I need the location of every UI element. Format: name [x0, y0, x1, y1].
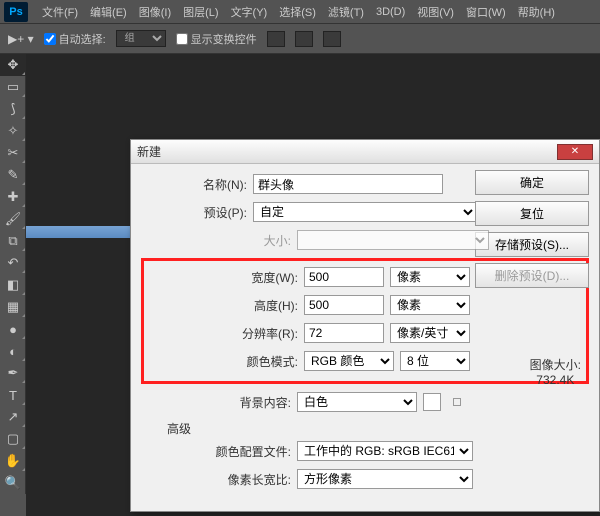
ok-button[interactable]: 确定 — [475, 170, 589, 195]
aspect-select[interactable]: 方形像素 — [297, 469, 473, 489]
menu-image[interactable]: 图像(I) — [133, 4, 177, 20]
advanced-toggle[interactable]: 高级 — [167, 420, 589, 437]
path-tool[interactable]: ↗ — [0, 406, 26, 428]
height-label: 高度(H): — [148, 297, 298, 314]
tool-panel: ✥ ▭ ⟆ ✧ ✂ ✎ ✚ 🖌 ⧉ ↶ ◧ ▦ ● ◐ ✒ T ↗ ▢ ✋ 🔍 — [0, 54, 26, 494]
resolution-label: 分辨率(R): — [148, 325, 298, 342]
new-document-dialog: 新建 ✕ 确定 复位 存储预设(S)... 删除预设(D)... 名称(N): … — [130, 139, 600, 512]
menu-view[interactable]: 视图(V) — [411, 4, 460, 20]
auto-select-dropdown[interactable]: 组 — [116, 30, 166, 47]
wand-tool[interactable]: ✧ — [0, 120, 26, 142]
menu-layer[interactable]: 图层(L) — [177, 4, 224, 20]
name-label: 名称(N): — [141, 176, 247, 193]
dialog-titlebar[interactable]: 新建 ✕ — [131, 140, 599, 164]
crop-tool[interactable]: ✂ — [0, 142, 26, 164]
type-tool[interactable]: T — [0, 384, 26, 406]
image-size-label: 图像大小: — [530, 356, 581, 373]
auto-select-label: 自动选择: — [59, 31, 106, 47]
ps-logo: Ps — [4, 2, 28, 22]
profile-label: 颜色配置文件: — [141, 443, 291, 460]
resolution-input[interactable] — [304, 323, 384, 343]
image-size-value: 732.4K — [530, 373, 581, 387]
menu-file[interactable]: 文件(F) — [36, 4, 84, 20]
dodge-tool[interactable]: ◐ — [0, 340, 26, 362]
bg-extra-icon — [453, 398, 461, 406]
lasso-tool[interactable]: ⟆ — [0, 98, 26, 120]
height-input[interactable] — [304, 295, 384, 315]
stamp-tool[interactable]: ⧉ — [0, 230, 26, 252]
move-tool[interactable]: ✥ — [0, 54, 26, 76]
aspect-label: 像素长宽比: — [141, 471, 291, 488]
align-btn-3[interactable] — [323, 31, 341, 47]
menu-type[interactable]: 文字(Y) — [225, 4, 274, 20]
width-input[interactable] — [304, 267, 384, 287]
size-select — [297, 230, 489, 250]
size-label: 大小: — [141, 232, 291, 249]
menu-help[interactable]: 帮助(H) — [512, 4, 561, 20]
menu-select[interactable]: 选择(S) — [273, 4, 322, 20]
name-input[interactable] — [253, 174, 443, 194]
image-size-readout: 图像大小: 732.4K — [530, 356, 581, 387]
preset-label: 预设(P): — [141, 204, 247, 221]
bg-label: 背景内容: — [141, 394, 291, 411]
move-tool-icon: ▶+ ▾ — [8, 32, 34, 46]
preset-select[interactable]: 自定 — [253, 202, 477, 222]
menu-3d[interactable]: 3D(D) — [370, 6, 411, 18]
align-btn-2[interactable] — [295, 31, 313, 47]
bg-select[interactable]: 白色 — [297, 392, 417, 412]
options-bar: ▶+ ▾ 自动选择: 组 显示变换控件 — [0, 24, 600, 54]
dialog-title-text: 新建 — [137, 143, 161, 160]
mode-label: 颜色模式: — [148, 353, 298, 370]
width-label: 宽度(W): — [148, 269, 298, 286]
profile-select[interactable]: 工作中的 RGB: sRGB IEC619... — [297, 441, 473, 461]
pen-tool[interactable]: ✒ — [0, 362, 26, 384]
menu-filter[interactable]: 滤镜(T) — [322, 4, 370, 20]
blur-tool[interactable]: ● — [0, 318, 26, 340]
height-unit-select[interactable]: 像素 — [390, 295, 470, 315]
marquee-tool[interactable]: ▭ — [0, 76, 26, 98]
dialog-right-buttons: 确定 复位 存储预设(S)... 删除预设(D)... — [475, 170, 589, 288]
menu-edit[interactable]: 编辑(E) — [84, 4, 133, 20]
delete-preset-button: 删除预设(D)... — [475, 263, 589, 288]
eraser-tool[interactable]: ◧ — [0, 274, 26, 296]
resolution-unit-select[interactable]: 像素/英寸 — [390, 323, 470, 343]
align-btn-1[interactable] — [267, 31, 285, 47]
width-unit-select[interactable]: 像素 — [390, 267, 470, 287]
hand-tool[interactable]: ✋ — [0, 450, 26, 472]
brush-tool[interactable]: 🖌 — [0, 208, 26, 230]
bit-depth-select[interactable]: 8 位 — [400, 351, 470, 371]
eyedropper-tool[interactable]: ✎ — [0, 164, 26, 186]
history-brush-tool[interactable]: ↶ — [0, 252, 26, 274]
zoom-tool[interactable]: 🔍 — [0, 472, 26, 494]
menu-window[interactable]: 窗口(W) — [460, 4, 512, 20]
menu-bar: Ps 文件(F) 编辑(E) 图像(I) 图层(L) 文字(Y) 选择(S) 滤… — [0, 0, 600, 24]
show-transform-checkbox[interactable]: 显示变换控件 — [176, 31, 257, 47]
gradient-tool[interactable]: ▦ — [0, 296, 26, 318]
auto-select-check[interactable] — [44, 33, 56, 45]
shape-tool[interactable]: ▢ — [0, 428, 26, 450]
heal-tool[interactable]: ✚ — [0, 186, 26, 208]
color-mode-select[interactable]: RGB 颜色 — [304, 351, 394, 371]
show-transform-label: 显示变换控件 — [191, 31, 257, 47]
bg-swatch[interactable] — [423, 393, 441, 411]
show-transform-check[interactable] — [176, 33, 188, 45]
save-preset-button[interactable]: 存储预设(S)... — [475, 232, 589, 257]
close-button[interactable]: ✕ — [557, 144, 593, 160]
auto-select-checkbox[interactable]: 自动选择: — [44, 31, 106, 47]
reset-button[interactable]: 复位 — [475, 201, 589, 226]
